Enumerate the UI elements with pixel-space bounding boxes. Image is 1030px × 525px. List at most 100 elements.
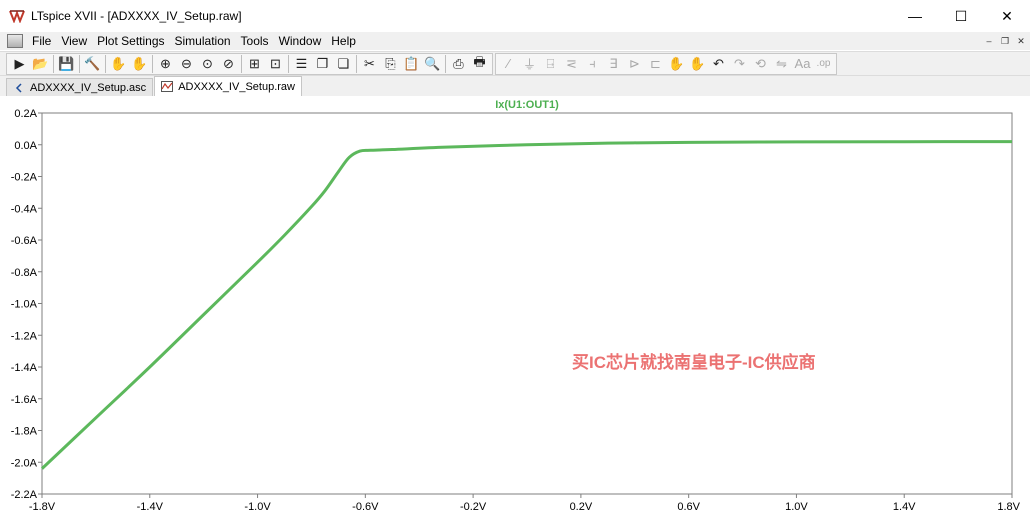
rotate-icon[interactable]: ⟲ xyxy=(750,54,771,74)
toolbar-group-schematic: ∕ ⏚ ⍈ ⋜ ⫞ ∃ ⊳ ⊏ ✋ ✋ ↶ ↷ ⟲ ⇋ Aa .op xyxy=(495,52,837,75)
tile-horizontal-icon[interactable]: ☰ xyxy=(291,54,312,74)
menu-window[interactable]: Window xyxy=(274,34,327,48)
window-title: LTspice XVII - [ADXXXX_IV_Setup.raw] xyxy=(31,9,242,23)
toolbar-separator xyxy=(356,54,357,73)
tab-waveform-label: ADXXXX_IV_Setup.raw xyxy=(178,80,295,93)
close-button[interactable]: ✕ xyxy=(984,0,1030,32)
watermark-text: 买IC芯片就找南皇电子-IC供应商 xyxy=(572,353,816,372)
component-icon[interactable]: ⊏ xyxy=(645,54,666,74)
toolbar-separator xyxy=(288,54,289,73)
x-tick-label: 1.8V xyxy=(997,501,1020,513)
label-icon[interactable]: ⍈ xyxy=(540,54,561,74)
waveform-icon xyxy=(161,81,174,93)
x-tick-label: 0.2V xyxy=(570,501,593,513)
mirror-icon[interactable]: ⇋ xyxy=(771,54,792,74)
pan-icon[interactable]: ✋ xyxy=(129,54,150,74)
y-tick-label: -2.0A xyxy=(11,457,38,469)
wire-icon[interactable]: ∕ xyxy=(498,54,519,74)
y-tick-label: -1.6A xyxy=(11,394,38,406)
menu-simulation[interactable]: Simulation xyxy=(170,34,236,48)
trace-group xyxy=(40,140,1013,470)
toolbar-group-file: ▶ 📂 💾 🔨 ✋ ✋ ⊕ ⊖ ⊙ ⊘ ⊞ ⊡ ☰ ❐ ❏ ✂ ⎘ 📋 🔍 ⎙ … xyxy=(6,52,493,75)
trace-label[interactable]: Ix(U1:OUT1) xyxy=(495,99,559,111)
toolbar: ▶ 📂 💾 🔨 ✋ ✋ ⊕ ⊖ ⊙ ⊘ ⊞ ⊡ ☰ ❐ ❏ ✂ ⎘ 📋 🔍 ⎙ … xyxy=(0,51,1030,76)
open-icon[interactable]: 📂 xyxy=(30,54,51,74)
toolbar-separator xyxy=(152,54,153,73)
y-tick-label: -1.4A xyxy=(11,362,38,374)
drag-icon[interactable]: ✋ xyxy=(687,54,708,74)
y-tick-label: -0.8A xyxy=(11,267,38,279)
cut-icon[interactable]: ✂ xyxy=(359,54,380,74)
copy-icon[interactable]: ⎘ xyxy=(380,54,401,74)
diode-icon[interactable]: ⊳ xyxy=(624,54,645,74)
toolbar-separator xyxy=(445,54,446,73)
resistor-icon[interactable]: ⋜ xyxy=(561,54,582,74)
run-icon[interactable]: ▶ xyxy=(9,54,30,74)
x-tick-label: 1.4V xyxy=(893,501,916,513)
menu-file[interactable]: File xyxy=(27,34,56,48)
window-controls: — ☐ ✕ xyxy=(892,0,1030,32)
probe-icon[interactable]: ✋ xyxy=(108,54,129,74)
menu-tools[interactable]: Tools xyxy=(236,34,274,48)
zoom-in-icon[interactable]: ⊕ xyxy=(155,54,176,74)
undo-icon[interactable]: ↶ xyxy=(708,54,729,74)
paste-icon[interactable]: 📋 xyxy=(401,54,422,74)
plot-axes xyxy=(41,112,1013,495)
y-tick-label: 0.0A xyxy=(14,140,37,152)
tab-schematic[interactable]: ADXXXX_IV_Setup.asc xyxy=(6,78,154,96)
toolbar-separator xyxy=(105,54,106,73)
y-tick-label: -0.4A xyxy=(11,203,38,215)
mark-icon[interactable]: ⊡ xyxy=(265,54,286,74)
mdi-restore-button[interactable]: ❐ xyxy=(1000,36,1010,47)
tab-schematic-label: ADXXXX_IV_Setup.asc xyxy=(30,81,147,94)
y-tick-label: -0.2A xyxy=(11,172,38,184)
zoom-full-icon[interactable]: ⊙ xyxy=(197,54,218,74)
toolbar-separator xyxy=(241,54,242,73)
find-icon[interactable]: 🔍 xyxy=(422,54,443,74)
ground-icon[interactable]: ⏚ xyxy=(519,54,540,74)
mdi-controls: – ❐ ✕ xyxy=(984,32,1026,50)
waveform-plot[interactable]: Ix(U1:OUT1) 0.2A 0.0A -0.2A -0.4A -0.6A -0.8A… xyxy=(0,96,1030,525)
mdi-close-button[interactable]: ✕ xyxy=(1016,36,1026,47)
menu-view[interactable]: View xyxy=(56,34,92,48)
minimize-button[interactable]: — xyxy=(892,0,938,32)
cascade-icon[interactable]: ❐ xyxy=(312,54,333,74)
menu-help[interactable]: Help xyxy=(326,34,361,48)
x-tick-label: 0.6V xyxy=(677,501,700,513)
y-axis-ticks: 0.2A 0.0A -0.2A -0.4A -0.6A -0.8A -1.0A -1.2A -1… xyxy=(11,108,42,501)
x-tick-label: 1.0V xyxy=(785,501,808,513)
x-tick-label: -1.8V xyxy=(29,501,56,513)
control-panel-icon[interactable]: 🔨 xyxy=(82,54,103,74)
capacitor-icon[interactable]: ⫞ xyxy=(582,54,603,74)
menu-bar: File View Plot Settings Simulation Tools… xyxy=(0,32,1030,50)
toolbar-separator xyxy=(53,54,54,73)
x-tick-label: -0.2V xyxy=(460,501,487,513)
zoom-cancel-icon[interactable]: ⊘ xyxy=(218,54,239,74)
toolbar-separator xyxy=(79,54,80,73)
autorange-icon[interactable]: ⊞ xyxy=(244,54,265,74)
menu-plot-settings[interactable]: Plot Settings xyxy=(92,34,169,48)
x-tick-label: -1.4V xyxy=(137,501,164,513)
trace-ix-u1-out1[interactable] xyxy=(40,140,1013,470)
spice-directive-icon[interactable]: .op xyxy=(813,54,834,74)
zoom-out-icon[interactable]: ⊖ xyxy=(176,54,197,74)
schematic-icon xyxy=(13,82,25,94)
waveform-viewer[interactable]: Ix(U1:OUT1) 0.2A 0.0A -0.2A -0.4A -0.6A -0.8A… xyxy=(0,96,1030,525)
plot-frame xyxy=(41,112,1013,495)
y-tick-label: 0.2A xyxy=(14,108,37,120)
document-menu-icon[interactable] xyxy=(7,34,23,48)
tile-vertical-icon[interactable]: ❏ xyxy=(333,54,354,74)
title-bar: LTspice XVII - [ADXXXX_IV_Setup.raw] — ☐… xyxy=(0,0,1030,32)
maximize-button[interactable]: ☐ xyxy=(938,0,984,32)
mdi-minimize-button[interactable]: – xyxy=(984,36,994,46)
redo-icon[interactable]: ↷ xyxy=(729,54,750,74)
save-icon[interactable]: 💾 xyxy=(56,54,77,74)
move-icon[interactable]: ✋ xyxy=(666,54,687,74)
text-icon[interactable]: Aa xyxy=(792,54,813,74)
inductor-icon[interactable]: ∃ xyxy=(603,54,624,74)
x-axis-ticks: -1.8V -1.4V -1.0V -0.6V -0.2V 0.2V 0.6V 1.0V 1.4… xyxy=(29,494,1021,513)
tab-waveform[interactable]: ADXXXX_IV_Setup.raw xyxy=(154,76,302,96)
print-icon[interactable]: 🖶 xyxy=(469,54,490,74)
print-preview-icon[interactable]: ⎙ xyxy=(448,54,469,74)
y-tick-label: -0.6A xyxy=(11,235,38,247)
